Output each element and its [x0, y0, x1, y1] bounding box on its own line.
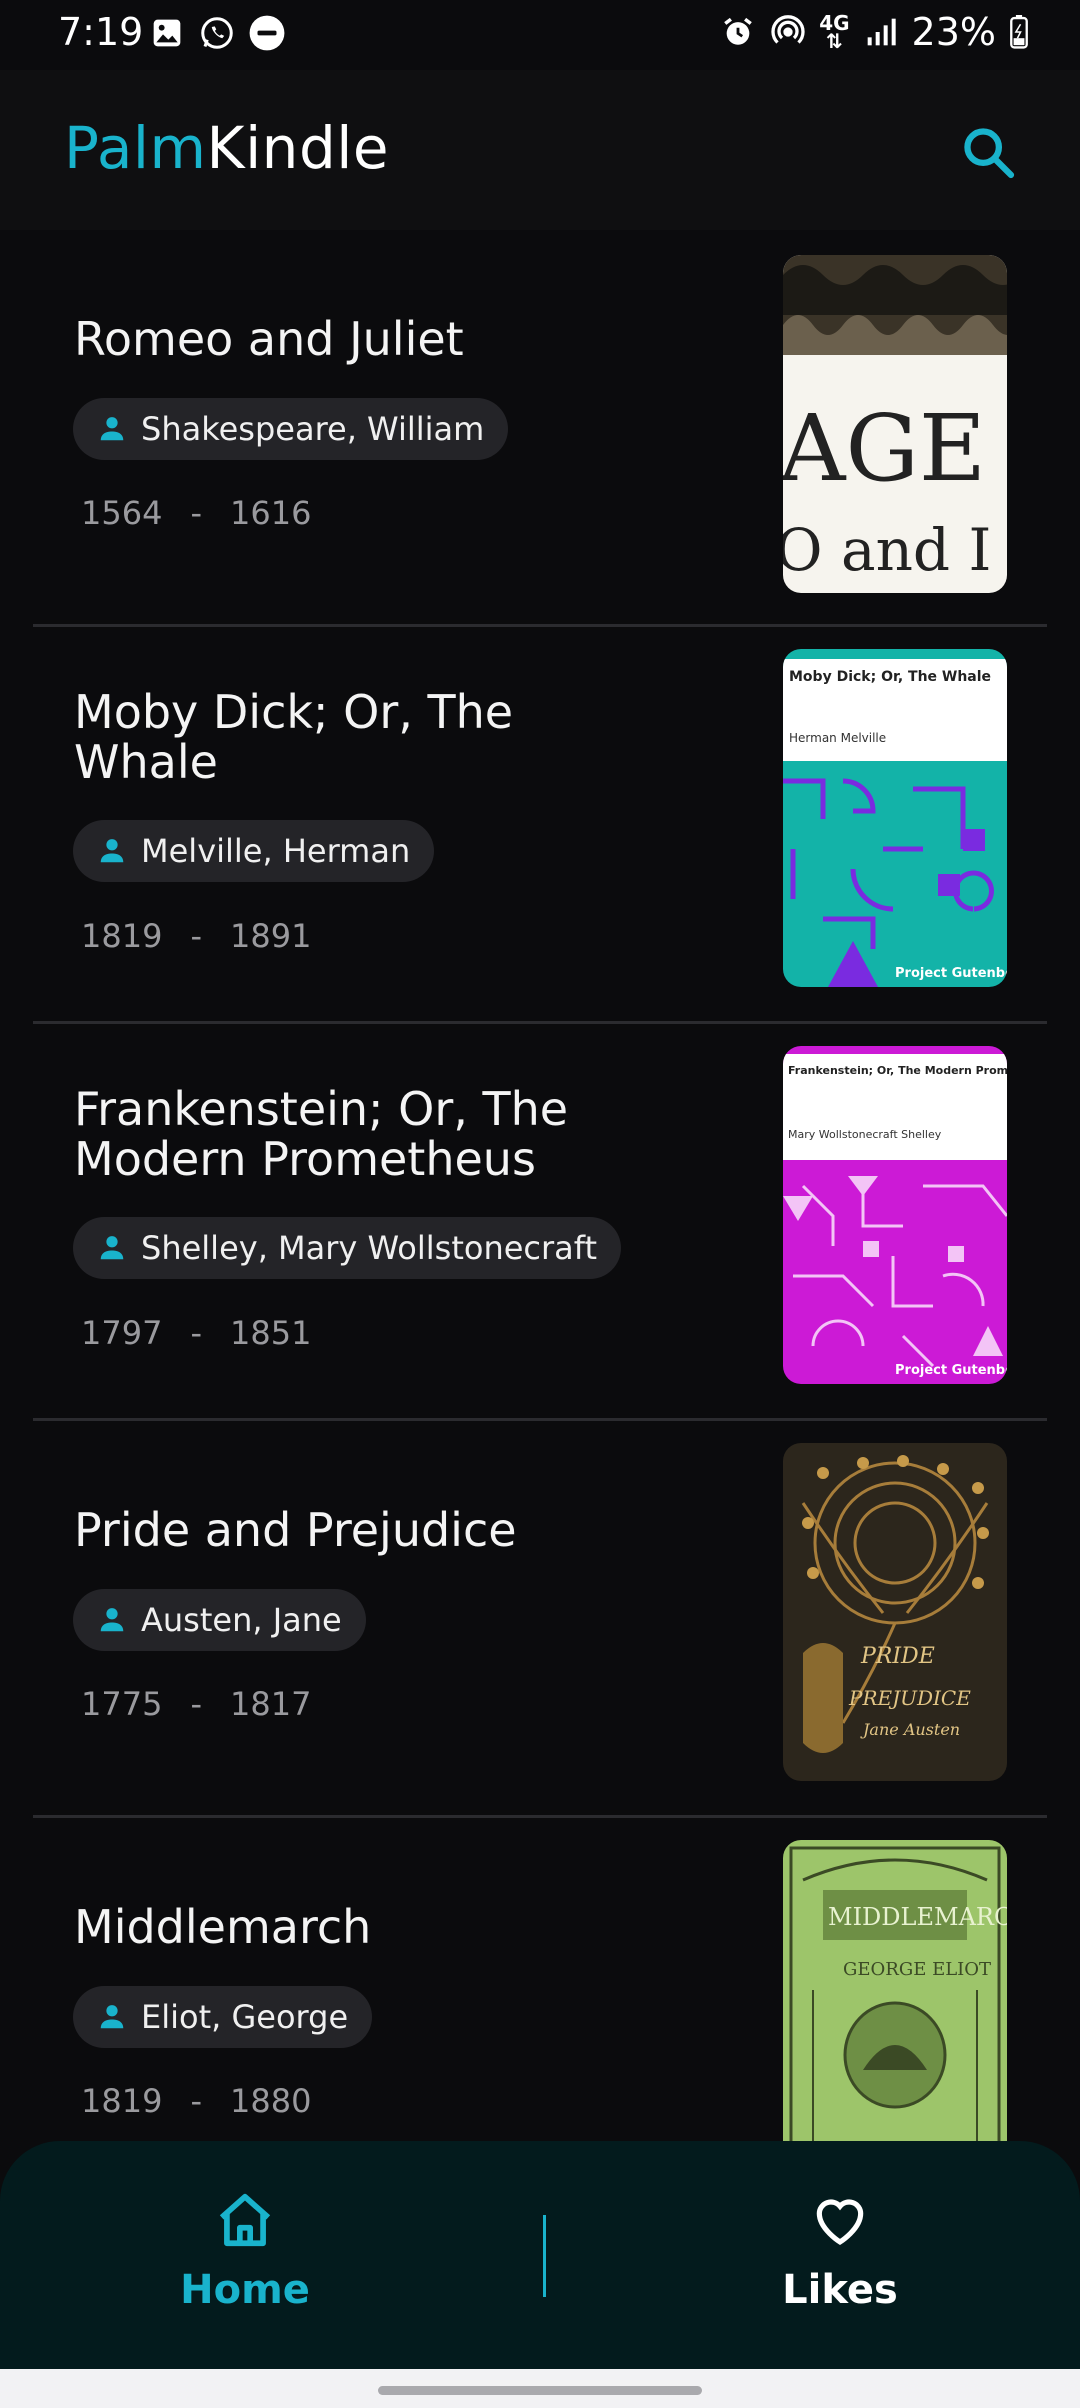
book-cover[interactable]: Moby Dick; Or, The Whale Herman Melville…: [783, 649, 1007, 987]
nav-home[interactable]: Home: [95, 2189, 395, 2313]
book-title: Frankenstein; Or, The Modern Prometheus: [74, 1082, 569, 1186]
author-lifespan: 1819 - 1880: [81, 2082, 311, 2120]
nav-likes[interactable]: Likes: [690, 2189, 990, 2313]
birth-year: 1819: [81, 2082, 163, 2120]
author-chip[interactable]: Shelley, Mary Wollstonecraft: [73, 1217, 622, 1279]
cover-title: Frankenstein; Or, The Modern Prometheus: [788, 1064, 1007, 1077]
bottom-navigation: Home Likes: [0, 2141, 1080, 2369]
year-separator: -: [190, 494, 202, 532]
do-not-disturb-icon: [248, 14, 286, 52]
search-icon: [959, 123, 1017, 185]
alarm-icon: [719, 13, 757, 51]
svg-text:GEORGE ELIOT: GEORGE ELIOT: [843, 1959, 991, 1980]
cover-footer: Project Gutenberg: [895, 1363, 1007, 1378]
death-year: 1616: [229, 494, 312, 532]
book-cover[interactable]: Frankenstein; Or, The Modern Prometheus …: [783, 1046, 1007, 1384]
app-logo: PalmKindle: [64, 114, 389, 182]
4g-data-icon: 4G ⇅: [819, 11, 850, 53]
person-icon: [97, 1233, 127, 1263]
year-separator: -: [190, 1685, 202, 1723]
book-title: Romeo and Juliet: [74, 312, 464, 366]
author-chip[interactable]: Eliot, George: [73, 1986, 373, 2048]
author-chip[interactable]: Melville, Herman: [73, 820, 435, 882]
battery-percent: 23%: [911, 10, 996, 54]
nav-divider: [543, 2215, 546, 2297]
author-chip[interactable]: Austen, Jane: [73, 1589, 366, 1651]
status-bar: 7:19 4G ⇅ 23%: [0, 0, 1080, 70]
book-item[interactable]: Frankenstein; Or, The Modern Prometheus …: [33, 1024, 1047, 1421]
heart-icon: [809, 2189, 871, 2255]
author-chip[interactable]: Shakespeare, William: [73, 398, 509, 460]
svg-text:AGE: AGE: [783, 395, 986, 502]
svg-text:PREJUDICE: PREJUDICE: [848, 1686, 971, 1710]
svg-text:O and I: O and I: [783, 516, 991, 584]
birth-year: 1775: [81, 1685, 163, 1723]
book-item[interactable]: Pride and Prejudice Austen, Jane 1775 - …: [33, 1421, 1047, 1818]
search-button[interactable]: [950, 116, 1026, 192]
battery-icon: [1008, 13, 1030, 51]
system-icons: 4G ⇅ 23%: [719, 10, 1030, 54]
home-icon: [214, 2189, 276, 2255]
author-name: Shakespeare, William: [141, 410, 485, 448]
brand-palm: Palm: [64, 114, 207, 182]
death-year: 1851: [229, 1314, 312, 1352]
cover-author: Mary Wollstonecraft Shelley: [788, 1128, 942, 1141]
person-icon: [97, 414, 127, 444]
nav-home-label: Home: [180, 2267, 310, 2313]
cover-title: Moby Dick; Or, The Whale: [789, 669, 991, 685]
hotspot-icon: [769, 13, 807, 51]
book-title: Moby Dick; Or, The Whale: [74, 685, 514, 789]
year-separator: -: [190, 917, 202, 955]
brand-kindle: Kindle: [206, 114, 390, 182]
author-name: Melville, Herman: [141, 832, 411, 870]
author-lifespan: 1797 - 1851: [81, 1314, 311, 1352]
whatsapp-icon: [198, 14, 236, 52]
cover-author: Herman Melville: [789, 731, 886, 745]
person-icon: [97, 2002, 127, 2032]
book-cover[interactable]: AGE O and I: [783, 255, 1007, 593]
author-lifespan: 1775 - 1817: [81, 1685, 311, 1723]
author-name: Eliot, George: [141, 1998, 349, 2036]
death-year: 1817: [229, 1685, 312, 1723]
system-gesture-area: [0, 2369, 1080, 2408]
nav-likes-label: Likes: [782, 2267, 898, 2313]
person-icon: [97, 1605, 127, 1635]
svg-text:PRIDE: PRIDE: [860, 1644, 935, 1669]
book-cover[interactable]: PRIDE PREJUDICE Jane Austen: [783, 1443, 1007, 1781]
book-list: Romeo and Juliet Shakespeare, William 15…: [0, 230, 1080, 2215]
book-item[interactable]: Moby Dick; Or, The Whale Melville, Herma…: [33, 627, 1047, 1024]
author-lifespan: 1819 - 1891: [81, 917, 311, 955]
gallery-icon: [148, 14, 186, 52]
book-title: Pride and Prejudice: [74, 1503, 517, 1557]
signal-icon: [862, 13, 900, 51]
book-cover[interactable]: MIDDLEMARCH GEORGE ELIOT: [783, 1840, 1007, 2178]
notification-icons: [148, 14, 286, 52]
author-name: Austen, Jane: [141, 1601, 342, 1639]
birth-year: 1797: [81, 1314, 163, 1352]
status-time: 7:19: [58, 10, 144, 54]
book-title: Middlemarch: [74, 1900, 372, 1954]
birth-year: 1819: [81, 917, 163, 955]
svg-text:MIDDLEMARCH: MIDDLEMARCH: [828, 1903, 1007, 1931]
app-bar: PalmKindle: [0, 70, 1080, 230]
year-separator: -: [190, 2082, 202, 2120]
birth-year: 1564: [81, 494, 163, 532]
cover-footer: Project Gutenberg: [895, 966, 1007, 981]
gesture-handle[interactable]: [378, 2386, 702, 2395]
person-icon: [97, 836, 127, 866]
author-name: Shelley, Mary Wollstonecraft: [141, 1229, 598, 1267]
year-separator: -: [190, 1314, 202, 1352]
author-lifespan: 1564 - 1616: [81, 494, 311, 532]
svg-text:Jane Austen: Jane Austen: [860, 1720, 960, 1739]
death-year: 1891: [229, 917, 312, 955]
book-item[interactable]: Romeo and Juliet Shakespeare, William 15…: [33, 230, 1047, 627]
death-year: 1880: [229, 2082, 312, 2120]
